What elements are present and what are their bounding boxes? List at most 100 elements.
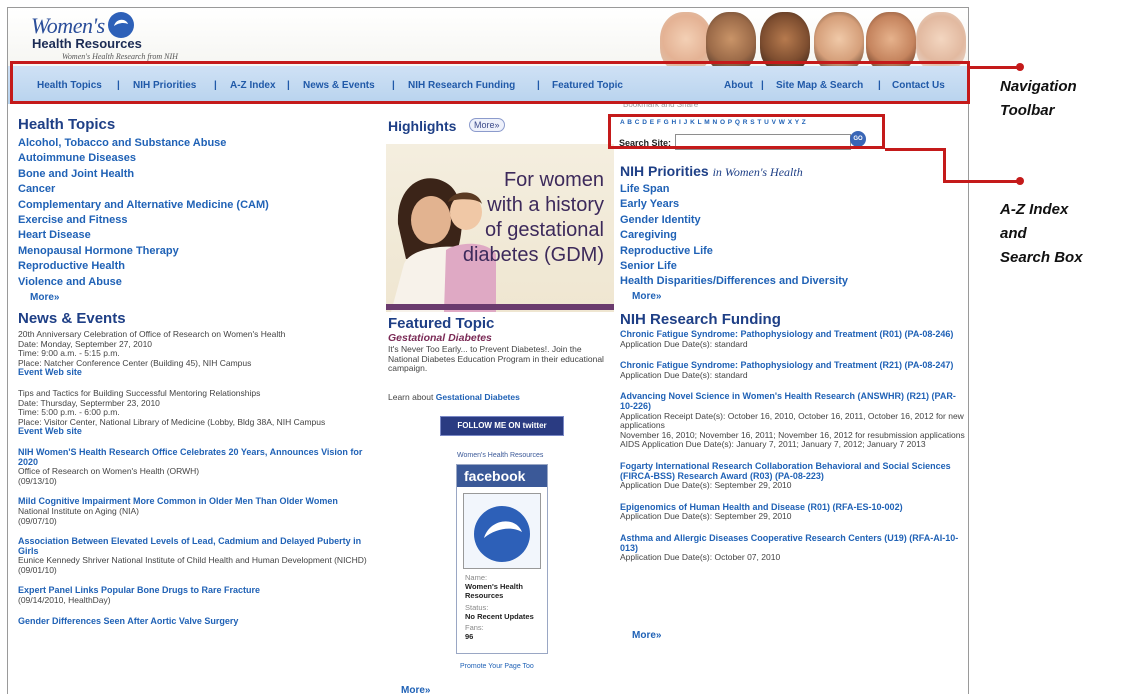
funding-due: Application Receipt Date(s): October 16,… (620, 410, 964, 431)
callout-line: Navigation (1000, 78, 1077, 95)
funding-link[interactable]: Asthma and Allergic Diseases Cooperative… (620, 533, 965, 553)
facebook-header[interactable]: facebook (457, 465, 547, 487)
featured-learn: Learn about Gestational Diabetes (388, 392, 520, 402)
funding-due: Application Due Date(s): standard (620, 369, 748, 380)
highlight-banner-image[interactable]: For women with a history of gestational … (386, 144, 614, 312)
funding-due: Application Due Date(s): September 29, 2… (620, 480, 792, 491)
az-search-callout-line-h1 (885, 148, 945, 151)
funding-due: Application Due Date(s): September 29, 2… (620, 511, 792, 522)
news-events-heading: News & Events (18, 310, 126, 327)
health-topic-link[interactable]: Bone and Joint Health (18, 167, 269, 182)
navigation-callout-line (970, 66, 1020, 69)
funding-link[interactable]: Fogarty International Research Collabora… (620, 461, 965, 481)
fb-promote-link[interactable]: Promote Your Page Too (460, 663, 534, 670)
callout-line: and (1000, 225, 1027, 242)
nih-priorities-heading: NIH Priorities in Women's Health (620, 163, 803, 180)
logo-tagline: Women's Health Research from NIH (62, 52, 178, 61)
callout-line: Toolbar (1000, 102, 1055, 119)
priority-link[interactable]: Life Span (620, 182, 848, 197)
highlights-heading: Highlights (388, 118, 457, 134)
health-topic-link[interactable]: Heart Disease (18, 228, 269, 243)
nih-priorities-list: Life Span Early Years Gender Identity Ca… (620, 182, 848, 290)
news-item-source: Office of Research on Women's Health (OR… (18, 466, 200, 477)
web-page: Women's Health Resources Women's Health … (7, 7, 969, 694)
facebook-profile-logo (463, 493, 541, 569)
banner-text-line: diabetes (GDM) (462, 244, 604, 266)
highlight-banner-text: For women with a history of gestational … (463, 168, 604, 268)
news-item-link[interactable]: NIH Women'S Health Research Office Celeb… (18, 447, 373, 467)
logo-subtitle[interactable]: Health Resources (32, 36, 142, 51)
fb-name-label: Name: (465, 573, 488, 582)
az-search-callout-box (608, 114, 885, 149)
health-topic-link[interactable]: Reproductive Health (18, 259, 269, 274)
priority-link[interactable]: Gender Identity (620, 213, 848, 228)
nih-priorities-title: NIH Priorities (620, 163, 709, 179)
news-item-date: (09/01/10) (18, 564, 57, 575)
banner-text-line: For women (503, 169, 604, 191)
news-item-date: (09/07/10) (18, 515, 57, 526)
banner-text-line: with a history (487, 194, 604, 216)
featured-subtitle: Gestational Diabetes (388, 332, 492, 344)
news-item-source: Eunice Kennedy Shriver National Institut… (18, 555, 367, 566)
header-photo-faces (660, 8, 966, 72)
facebook-widget: facebook Name: Women's Health Resources … (456, 464, 548, 654)
health-topic-link[interactable]: Exercise and Fitness (18, 213, 269, 228)
priority-link[interactable]: Early Years (620, 197, 848, 212)
twitter-follow-button[interactable]: FOLLOW ME ON twitter (440, 416, 564, 436)
az-search-callout-label: A-Z Index and Search Box (1000, 198, 1083, 270)
priority-link[interactable]: Health Disparities/Differences and Diver… (620, 274, 848, 289)
funding-due: Application Due Date(s): standard (620, 338, 748, 349)
priorities-more-link[interactable]: More» (632, 291, 661, 302)
highlight-banner-divider (386, 304, 614, 310)
health-topic-link[interactable]: Alcohol, Tobacco and Substance Abuse (18, 136, 269, 151)
funding-more-link[interactable]: More» (632, 630, 661, 641)
health-topic-link[interactable]: Complementary and Alternative Medicine (… (18, 198, 269, 213)
az-search-callout-line-h2 (943, 180, 1020, 183)
news-item-source: (09/14/2010, HealthDay) (18, 595, 111, 606)
news-item-source: National Institute on Aging (NIA) (18, 505, 139, 516)
health-topic-link[interactable]: Autoimmune Diseases (18, 151, 269, 166)
az-search-callout-dot (1016, 177, 1024, 185)
navigation-callout-dot (1016, 63, 1024, 71)
featured-topic-heading: Featured Topic (388, 315, 495, 332)
nih-priorities-suffix: in Women's Health (712, 165, 803, 179)
priority-link[interactable]: Caregiving (620, 228, 848, 243)
gestational-diabetes-link[interactable]: Gestational Diabetes (436, 392, 520, 402)
event-web-site-link[interactable]: Event Web site (18, 368, 373, 378)
news-item-link[interactable]: Gender Differences Seen After Aortic Val… (18, 616, 373, 627)
fb-status: No Recent Updates (465, 612, 534, 621)
health-topics-more-link[interactable]: More» (30, 292, 59, 303)
health-topic-link[interactable]: Menopausal Hormone Therapy (18, 244, 269, 259)
health-topic-link[interactable]: Violence and Abuse (18, 275, 269, 290)
highlights-more-button[interactable]: More» (469, 118, 505, 132)
az-search-callout-line-v (943, 148, 946, 183)
health-topics-heading: Health Topics (18, 116, 116, 133)
featured-more-link[interactable]: More» (401, 685, 430, 694)
priority-link[interactable]: Senior Life (620, 259, 848, 274)
health-topic-link[interactable]: Cancer (18, 182, 269, 197)
navigation-callout-label: Navigation Toolbar (1000, 75, 1077, 123)
facebook-caption[interactable]: Women's Health Resources (457, 452, 543, 459)
fb-status-label: Status: (465, 603, 489, 612)
event-web-site-link[interactable]: Event Web site (18, 427, 373, 437)
funding-link[interactable]: Advancing Novel Science in Women's Healt… (620, 392, 965, 411)
research-funding-heading: NIH Research Funding (620, 311, 781, 328)
logo-icon (474, 506, 530, 562)
featured-body: It's Never Too Early... to Prevent Diabe… (388, 344, 604, 373)
callout-line: Search Box (1000, 249, 1083, 266)
fb-fans-label: Fans: (465, 623, 484, 632)
fb-name: Women's Health Resources (465, 582, 523, 600)
priority-link[interactable]: Reproductive Life (620, 244, 848, 259)
funding-due: AIDS Application Due Date(s): January 7,… (620, 439, 926, 450)
featured-learn-prefix: Learn about (388, 392, 434, 402)
health-topics-list: Alcohol, Tobacco and Substance Abuse Aut… (18, 136, 269, 290)
site-header: Women's Health Resources Women's Health … (8, 8, 968, 72)
navigation-callout-box (10, 61, 970, 104)
news-item-date: (09/13/10) (18, 475, 57, 486)
news-events-list: 20th Anniversary Celebration of Office o… (18, 329, 373, 627)
banner-text-line: of gestational (485, 219, 604, 241)
news-item-link[interactable]: Association Between Elevated Levels of L… (18, 536, 373, 556)
callout-line: A-Z Index (1000, 201, 1069, 218)
funding-due: Application Due Date(s): October 07, 201… (620, 552, 781, 563)
fb-fans-count: 96 (465, 632, 474, 641)
